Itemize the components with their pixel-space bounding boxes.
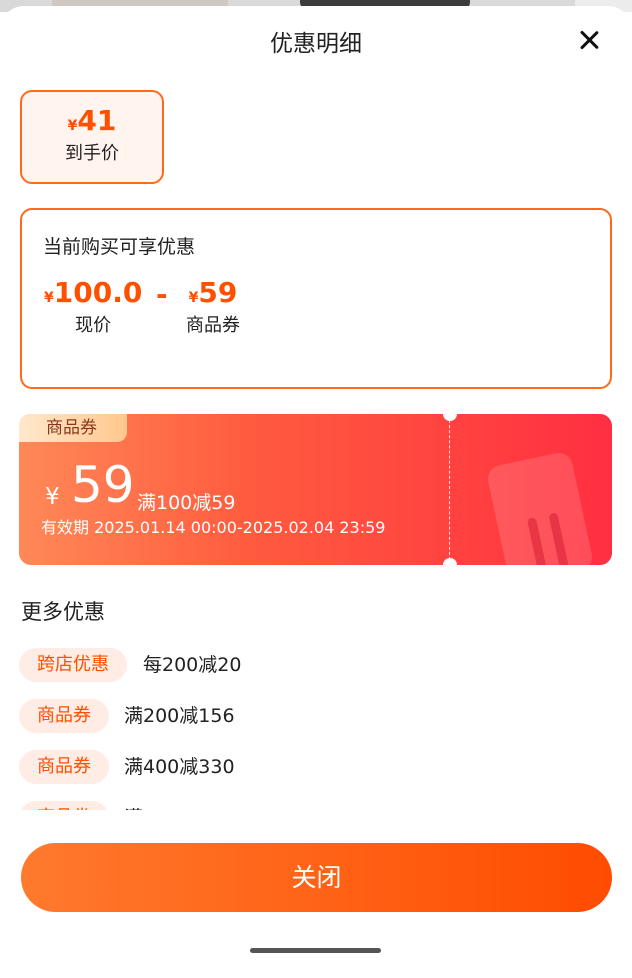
- ticket-icon: [485, 450, 595, 565]
- coupon-validity: 有效期 2025.01.14 00:00-2025.02.04 23:59: [41, 518, 386, 537]
- final-price-value: ¥41: [22, 104, 162, 137]
- current-offer-title: 当前购买可享优惠: [43, 236, 196, 258]
- coupon-deduction-value: ¥59: [186, 276, 240, 309]
- more-offers-title: 更多优惠: [21, 600, 105, 624]
- coupon-notch: [443, 558, 457, 565]
- home-indicator: [250, 948, 381, 953]
- coupon-deduction-amount: 59: [198, 276, 238, 309]
- promo-tag: 跨店优惠: [19, 648, 127, 682]
- coupon-tag: 商品券: [19, 414, 127, 442]
- final-price-card: ¥41 到手价: [20, 90, 164, 184]
- close-icon[interactable]: [571, 22, 607, 58]
- final-price-label: 到手价: [65, 143, 119, 164]
- list-item: 商品券 满200减156: [19, 699, 619, 749]
- list-item: 跨店优惠 每200减20: [19, 648, 619, 698]
- sheet-title: 优惠明细: [270, 31, 362, 57]
- coupon-amount: 59: [71, 456, 135, 514]
- current-price-label: 现价: [75, 315, 112, 336]
- coupon-deduction-label: 商品券: [186, 315, 240, 336]
- coupon-notch: [443, 414, 457, 421]
- promo-tag: 商品券: [19, 750, 109, 784]
- discount-detail-sheet: 优惠明细 ¥41 到手价 当前购买可享优惠 ¥100.0 现价 - ¥59 商品…: [0, 6, 632, 978]
- current-price-value: ¥100.0: [44, 276, 142, 309]
- promo-text: 满: [124, 801, 143, 810]
- coupon-deduction-column: ¥59 商品券: [186, 276, 240, 337]
- currency-symbol: ¥: [188, 290, 199, 306]
- coupon-card[interactable]: 商品券 ¥ 59 满100减59 有效期 2025.01.14 00:00-20…: [19, 414, 612, 565]
- coupon-divider: [449, 420, 450, 560]
- promo-tag: 商品券: [19, 801, 109, 810]
- promo-text: 每200减20: [143, 654, 242, 676]
- close-button[interactable]: 关闭: [21, 843, 612, 912]
- promo-text: 满400减330: [124, 756, 235, 778]
- minus-operator: -: [156, 278, 168, 311]
- coupon-condition: 满100减59: [137, 492, 236, 514]
- final-price-amount: 41: [77, 104, 117, 137]
- promo-tag: 商品券: [19, 699, 109, 733]
- current-offer-card: 当前购买可享优惠 ¥100.0 现价 - ¥59 商品券: [20, 208, 612, 389]
- currency-symbol: ¥: [44, 290, 54, 306]
- current-price-column: ¥100.0 现价: [44, 276, 142, 337]
- current-price-amount: 100.0: [53, 276, 143, 309]
- promo-text: 满200减156: [124, 705, 235, 727]
- more-offers-list[interactable]: 跨店优惠 每200减20 商品券 满200减156 商品券 满400减330 商…: [19, 648, 619, 810]
- list-item: 商品券 满: [19, 801, 619, 810]
- coupon-currency: ¥: [45, 484, 60, 510]
- currency-symbol: ¥: [67, 118, 78, 134]
- list-item: 商品券 满400减330: [19, 750, 619, 800]
